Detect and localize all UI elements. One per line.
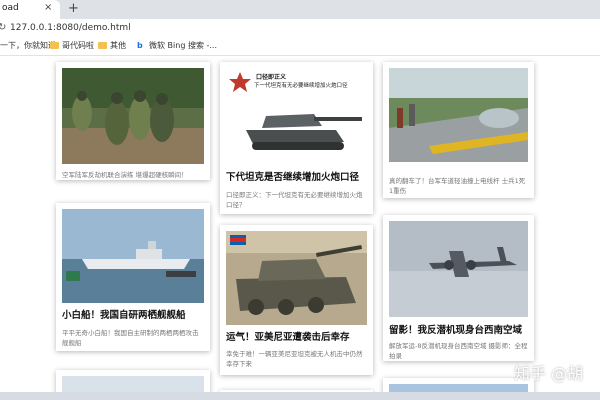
bookmark-label: 微软 Bing 搜索 -... (149, 41, 218, 50)
bing-icon: b (137, 41, 143, 50)
new-tab-button[interactable]: + (68, 1, 79, 16)
address-bar[interactable]: ↻ 127.0.0.1:8080/demo.html (0, 19, 600, 38)
bookmark-item[interactable]: b 微软 Bing 搜索 -... (137, 40, 217, 51)
folder-icon (98, 42, 107, 49)
bookmarks-bar: 一下，你就知道 哥代码啦 其他 b 微软 Bing 搜索 -... (0, 38, 600, 56)
tab-bar: oad × + (0, 0, 600, 19)
card-image (62, 209, 204, 303)
bookmark-label: 其他 (110, 41, 126, 50)
browser-tab[interactable]: oad × (0, 0, 60, 19)
news-card[interactable]: 口径即正义 下一代坦克有无必要继续增加火炮口径 下代坦克是否继续增加火炮口径 口… (220, 62, 373, 214)
card-image (226, 231, 367, 325)
card-title[interactable]: 运气！亚美尼亚遭袭击后幸存 (226, 331, 371, 344)
url-text[interactable]: 127.0.0.1:8080/demo.html (10, 23, 131, 33)
bookmark-label: 哥代码啦 (62, 41, 94, 50)
card-desc: 解放军运-8反潜机现身台西南空域 摄影师：全程拍录 (389, 342, 528, 360)
reload-icon[interactable]: ↻ (0, 22, 6, 33)
taskbar (0, 392, 600, 400)
card-desc: 口径即正义：下一代坦克有无必要继续增加火炮口径？ (226, 191, 363, 209)
card-desc: 幸免于难！一辆亚美尼亚坦克被无人机击中仍然幸存下来 (226, 350, 363, 368)
card-title[interactable]: 留影！我反潜机现身台西南空域 (389, 324, 534, 337)
news-card[interactable]: 真的翻车了！台军车道轻油撞上电线杆 士兵1死1重伤 (383, 62, 534, 198)
card-title[interactable]: 下代坦克是否继续增加火炮口径 (226, 171, 371, 184)
card-image (389, 221, 528, 317)
card-image (389, 68, 528, 162)
tab-title: oad (2, 3, 19, 13)
watermark: 知乎 @胡 (514, 364, 584, 383)
news-card[interactable]: 空军陆军反劫机联合演练 堪爆超硬核瞬间！ (56, 62, 210, 180)
card-desc: 空军陆军反劫机联合演练 堪爆超硬核瞬间！ (62, 171, 188, 179)
card-desc: 平平无奇小白船！我国自主研制的两栖两栖攻击舰舰船 (62, 329, 199, 347)
news-card[interactable]: 留影！我反潜机现身台西南空域 解放军运-8反潜机现身台西南空域 摄影师：全程拍录 (383, 215, 534, 361)
card-image (62, 68, 204, 164)
news-card[interactable]: 运气！亚美尼亚遭袭击后幸存 幸免于难！一辆亚美尼亚坦克被无人机击中仍然幸存下来 (220, 225, 373, 375)
bookmark-item[interactable]: 其他 (98, 40, 126, 51)
waterfall-page: 空军陆军反劫机联合演练 堪爆超硬核瞬间！ 口径即正义 下一代坦克有无必要继续增加… (0, 56, 600, 400)
card-desc: 真的翻车了！台军车道轻油撞上电线杆 士兵1死1重伤 (389, 177, 526, 195)
news-card[interactable]: 小白船！我国自研两栖舰舰船 平平无奇小白船！我国自主研制的两栖两栖攻击舰舰船 (56, 203, 210, 351)
overlay-title: 口径即正义 (256, 74, 287, 81)
bookmark-item[interactable]: 一下，你就知道 (0, 40, 56, 51)
card-title[interactable]: 小白船！我国自研两栖舰舰船 (62, 309, 207, 322)
bookmark-label: 一下，你就知道 (0, 41, 56, 50)
folder-icon (50, 42, 59, 49)
close-icon[interactable]: × (44, 2, 52, 13)
bookmark-item[interactable]: 哥代码啦 (50, 40, 94, 51)
overlay-subtitle: 下一代坦克有无必要继续增加火炮口径 (254, 83, 348, 89)
